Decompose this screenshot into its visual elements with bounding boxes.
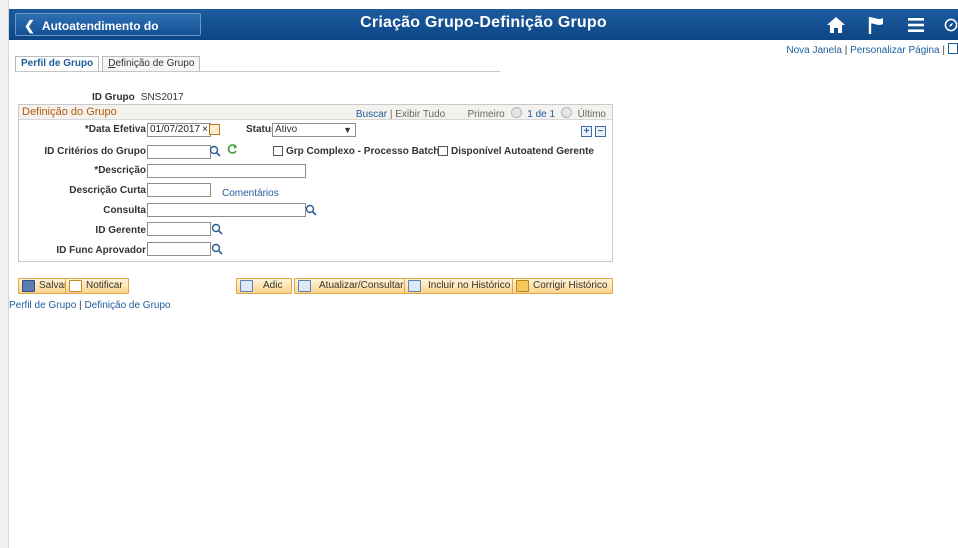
find-link[interactable]: Buscar [356,109,387,120]
description-input[interactable] [147,164,306,178]
effective-date-label: *Data Efetiva [84,124,146,135]
flag-icon[interactable] [864,13,888,37]
update-icon [298,280,311,292]
self-service-checkbox[interactable] [438,146,448,156]
new-window-link[interactable]: Nova Janela [786,45,842,56]
calendar-icon[interactable] [209,124,220,135]
add-row-button[interactable]: + [581,126,592,137]
last-label: Último [577,109,606,120]
batch-complex-checkbox[interactable] [273,146,283,156]
page-links-separator: | [942,45,945,56]
status-select[interactable]: Ativo ▼ [272,123,356,137]
menu-icon[interactable] [904,13,928,37]
section-header: Definição do Grupo Buscar | Exibir Tudo … [19,105,612,120]
row-count: 1 de 1 [527,109,556,120]
add-icon [240,280,253,292]
refresh-icon[interactable] [227,143,239,155]
section-navigation: Buscar | Exibir Tudo Primeiro 1 de 1 Últ… [355,107,606,120]
previous-icon[interactable] [510,107,522,118]
tab-group-definition[interactable]: Definição de Grupo [102,56,201,71]
notify-icon [69,280,82,292]
search-icon[interactable] [211,243,223,255]
search-icon[interactable] [211,223,223,235]
update-display-button[interactable]: Atualizar/Consultar [294,278,410,294]
short-description-input[interactable] [147,183,211,197]
group-id-value: SNS2017 [140,92,184,103]
bottom-navigation: Perfil de Grupo | Definição de Grupo [9,300,171,311]
save-icon [22,280,35,292]
group-id-label: ID Grupo [92,92,135,103]
approver-id-label: ID Func Aprovador [56,245,146,256]
search-icon[interactable] [305,204,317,216]
group-id-row: ID Grupo SNS2017 [92,92,184,103]
view-all-link[interactable]: Exibir Tudo [395,109,445,120]
profile-link[interactable]: Perfil de Grupo [9,300,76,311]
manager-id-input[interactable] [147,222,211,236]
description-label: *Descrição [94,165,146,176]
next-icon[interactable] [560,107,572,118]
history-icon [408,280,421,292]
notify-button[interactable]: Notificar [65,278,129,294]
grid-icon[interactable] [948,43,958,54]
header-bar: ❮ Autoatendimento do Gerente Criação Grup… [9,9,958,56]
definition-link[interactable]: Definição de Grupo [84,300,170,311]
first-label: Primeiro [467,109,505,120]
approver-id-input[interactable] [147,242,211,256]
include-history-button[interactable]: Incluir no Histórico [404,278,517,294]
query-input[interactable] [147,203,306,217]
effective-date-input[interactable]: 01/07/2017 × [147,123,211,137]
tab-divider [15,71,500,72]
chevron-down-icon: ▼ [343,125,352,135]
tab-group-profile[interactable]: Perfil de Grupo [15,56,100,71]
page-tabs: Perfil de Grupo Definição de Grupo [15,56,203,71]
page-links-separator: | [844,45,848,56]
query-label: Consulta [103,205,146,216]
personalize-page-link[interactable]: Personalizar Página [850,45,940,56]
comments-link[interactable]: Comentários [222,188,279,199]
home-icon[interactable] [824,13,848,37]
search-icon[interactable] [209,145,221,157]
delete-row-button[interactable]: − [595,126,606,137]
correct-icon [516,280,529,292]
self-service-label: Disponível Autoatend Gerente [451,146,594,157]
clear-icon[interactable]: × [202,124,208,136]
short-description-label: Descrição Curta [69,185,146,196]
header-actions [808,12,958,37]
criteria-id-label: ID Critérios do Grupo [44,146,146,157]
batch-complex-label: Grp Complexo - Processo Batch [286,146,440,157]
manager-id-label: ID Gerente [95,225,146,236]
correct-history-button[interactable]: Corrigir Histórico [512,278,614,294]
compass-icon[interactable] [944,13,958,37]
section-title: Definição do Grupo [22,106,117,118]
bottom-links-separator: | [79,300,82,311]
criteria-id-input[interactable] [147,145,211,159]
window-frame [0,0,9,548]
add-button[interactable]: Adic [236,278,292,294]
page-links: Nova Janela | Personalizar Página | [786,43,958,56]
